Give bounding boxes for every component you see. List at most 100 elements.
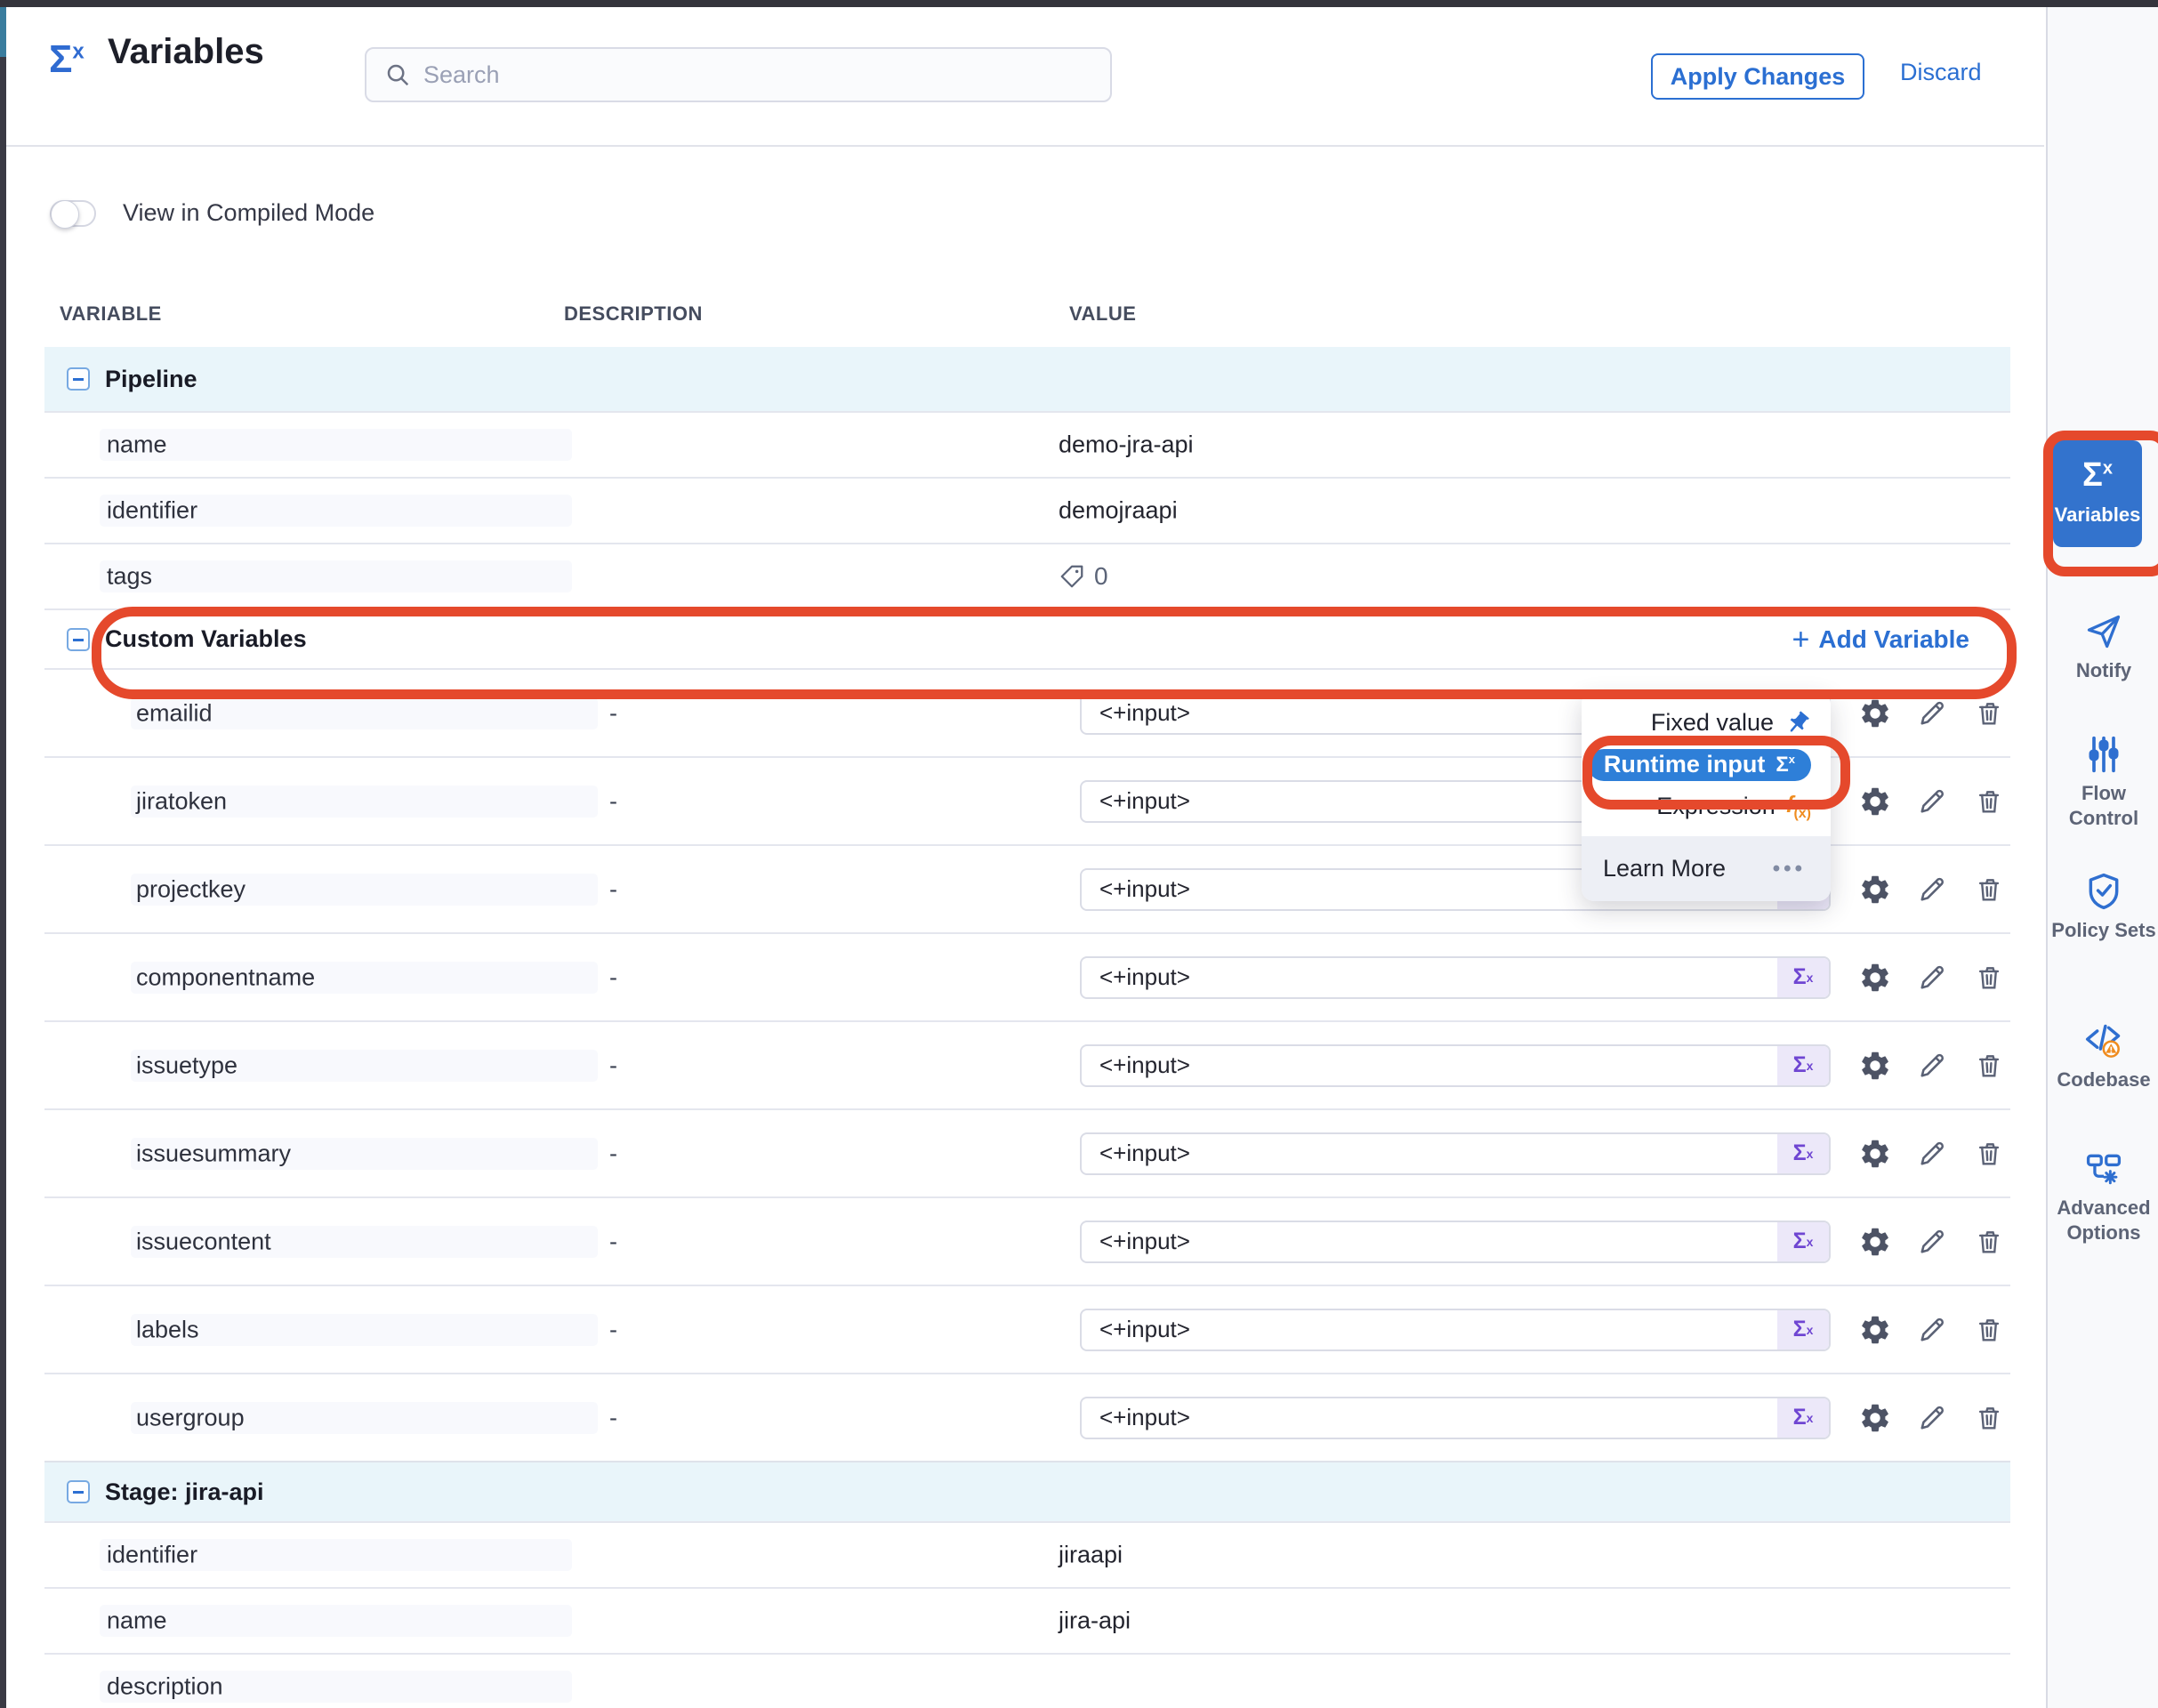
delete-button[interactable] <box>1969 1134 2009 1173</box>
variable-description: - <box>609 787 617 815</box>
settings-gear-button[interactable] <box>1856 1046 1895 1085</box>
panel-header: Σx Variables Search Apply Changes Discar… <box>6 7 2044 147</box>
collapse-minus-icon[interactable] <box>67 628 90 651</box>
delete-button[interactable] <box>1969 1046 2009 1085</box>
section-header-stage[interactable]: Stage: jira-api <box>44 1461 2010 1521</box>
runtime-input-sigma-icon[interactable]: Σx <box>1777 1398 1829 1438</box>
edit-button[interactable] <box>1912 782 1952 821</box>
settings-gear-button[interactable] <box>1856 1134 1895 1173</box>
menu-learn-more[interactable]: Learn More ••• <box>1582 836 1831 901</box>
sidebar-item-variables-active[interactable]: Σx Variables <box>2053 440 2142 547</box>
add-variable-label: Add Variable <box>1818 625 1969 654</box>
section-header-pipeline[interactable]: Pipeline <box>44 347 2010 411</box>
value-input-field[interactable]: <+input>Σx <box>1080 1221 1831 1263</box>
shield-check-icon <box>2084 872 2123 911</box>
gear-icon <box>1858 961 1892 995</box>
search-input[interactable]: Search <box>365 47 1112 102</box>
tag-icon <box>1059 563 1085 590</box>
variable-value: jira-api <box>1059 1607 1131 1635</box>
edit-button[interactable] <box>1912 1134 1952 1173</box>
edit-pencil-icon <box>1916 1402 1948 1434</box>
edit-pencil-icon <box>1916 1314 1948 1346</box>
variable-name-chip <box>100 560 572 592</box>
page-title: Variables <box>108 32 264 72</box>
compiled-mode-toggle[interactable] <box>50 200 96 227</box>
edit-button[interactable] <box>1912 694 1952 733</box>
runtime-input-sigma-icon[interactable]: Σx <box>1777 1222 1829 1261</box>
value-input-field[interactable]: <+input>Σx <box>1080 1309 1831 1351</box>
runtime-input-pill[interactable]: Runtime input Σx <box>1588 749 1811 781</box>
delete-button[interactable] <box>1969 1310 2009 1349</box>
menu-item-runtime-input[interactable]: Runtime input Σx <box>1582 744 1831 786</box>
collapse-minus-icon[interactable] <box>67 1480 90 1503</box>
sidebar-item-codebase[interactable]: Codebase <box>2048 1021 2158 1092</box>
variable-description: - <box>609 1140 617 1167</box>
value-input-field[interactable]: <+input>Σx <box>1080 956 1831 999</box>
value-input-field[interactable]: <+input>Σx <box>1080 1132 1831 1175</box>
variable-description: - <box>609 1051 617 1079</box>
settings-gear-button[interactable] <box>1856 1310 1895 1349</box>
sidebar-item-notify[interactable]: Notify <box>2048 612 2158 683</box>
sidebar-item-policy-sets[interactable]: Policy Sets <box>2048 872 2158 943</box>
gear-icon <box>1858 1137 1892 1171</box>
apply-changes-button[interactable]: Apply Changes <box>1651 53 1864 100</box>
delete-button[interactable] <box>1969 958 2009 997</box>
edit-button[interactable] <box>1912 958 1952 997</box>
settings-gear-button[interactable] <box>1856 1222 1895 1261</box>
delete-button[interactable] <box>1969 1222 2009 1261</box>
edit-button[interactable] <box>1912 1046 1952 1085</box>
runtime-input-sigma-icon[interactable]: Σx <box>1777 1310 1829 1349</box>
window-top-edge <box>0 0 2158 7</box>
discard-button[interactable]: Discard <box>1900 59 1982 86</box>
variable-row-tags: tags0 <box>44 543 2010 608</box>
trash-icon <box>1974 1315 2004 1345</box>
variable-row-labels: labels-<+input>Σx <box>44 1285 2010 1373</box>
trash-icon <box>1974 1227 2004 1257</box>
variable-name-label: jiratoken <box>136 787 227 815</box>
collapse-minus-icon[interactable] <box>67 367 90 391</box>
edit-button[interactable] <box>1912 1398 1952 1438</box>
trash-icon <box>1974 1139 2004 1169</box>
value-input-field[interactable]: <+input>Σx <box>1080 1044 1831 1087</box>
edit-button[interactable] <box>1912 1310 1952 1349</box>
delete-button[interactable] <box>1969 694 2009 733</box>
settings-gear-button[interactable] <box>1856 870 1895 909</box>
variable-row-issuecontent: issuecontent-<+input>Σx <box>44 1196 2010 1285</box>
settings-gear-button[interactable] <box>1856 958 1895 997</box>
column-header-variable: VARIABLE <box>60 302 162 326</box>
edit-pencil-icon <box>1916 1050 1948 1082</box>
value-input-field[interactable]: <+input>Σx <box>1080 1397 1831 1439</box>
settings-gear-button[interactable] <box>1856 782 1895 821</box>
variable-name-label: emailid <box>136 699 213 727</box>
add-variable-button[interactable]: + Add Variable <box>1792 625 1969 654</box>
settings-gear-button[interactable] <box>1856 1398 1895 1438</box>
edit-button[interactable] <box>1912 1222 1952 1261</box>
section-title: Stage: jira-api <box>105 1478 264 1506</box>
variables-panel-screen: Σx Variables Search Apply Changes Discar… <box>0 0 2158 1708</box>
runtime-input-sigma-icon[interactable]: Σx <box>1777 1046 1829 1085</box>
gear-icon <box>1858 873 1892 906</box>
menu-item-fixed-value[interactable]: Fixed value <box>1582 702 1831 744</box>
tags-value: 0 <box>1059 562 1108 591</box>
edit-button[interactable] <box>1912 870 1952 909</box>
settings-gear-button[interactable] <box>1856 694 1895 733</box>
section-header-custom[interactable]: Custom Variables+Add Variable <box>44 608 2010 668</box>
variables-sigma-icon: Σx <box>49 37 85 82</box>
edit-pencil-icon <box>1916 962 1948 994</box>
right-sidebar: Notify Flow Control Policy Sets Codebase… <box>2046 7 2158 1708</box>
menu-item-expression[interactable]: Expression f(x) <box>1582 786 1831 827</box>
plus-icon: + <box>1792 627 1810 652</box>
sidebar-item-flow-control[interactable]: Flow Control <box>2048 735 2158 831</box>
delete-button[interactable] <box>1969 870 2009 909</box>
variable-row-name: namedemo-jra-api <box>44 411 2010 477</box>
variable-name-label: componentname <box>136 963 315 991</box>
gear-icon <box>1858 1401 1892 1435</box>
sidebar-item-advanced-options[interactable]: Advanced Options <box>2048 1149 2158 1245</box>
runtime-input-sigma-icon[interactable]: Σx <box>1777 958 1829 997</box>
runtime-input-sigma-icon[interactable]: Σx <box>1777 1134 1829 1173</box>
gear-icon <box>1858 785 1892 818</box>
delete-button[interactable] <box>1969 1398 2009 1438</box>
delete-button[interactable] <box>1969 782 2009 821</box>
paper-plane-icon <box>2084 612 2123 651</box>
sidebar-item-label: Codebase <box>2048 1068 2158 1092</box>
